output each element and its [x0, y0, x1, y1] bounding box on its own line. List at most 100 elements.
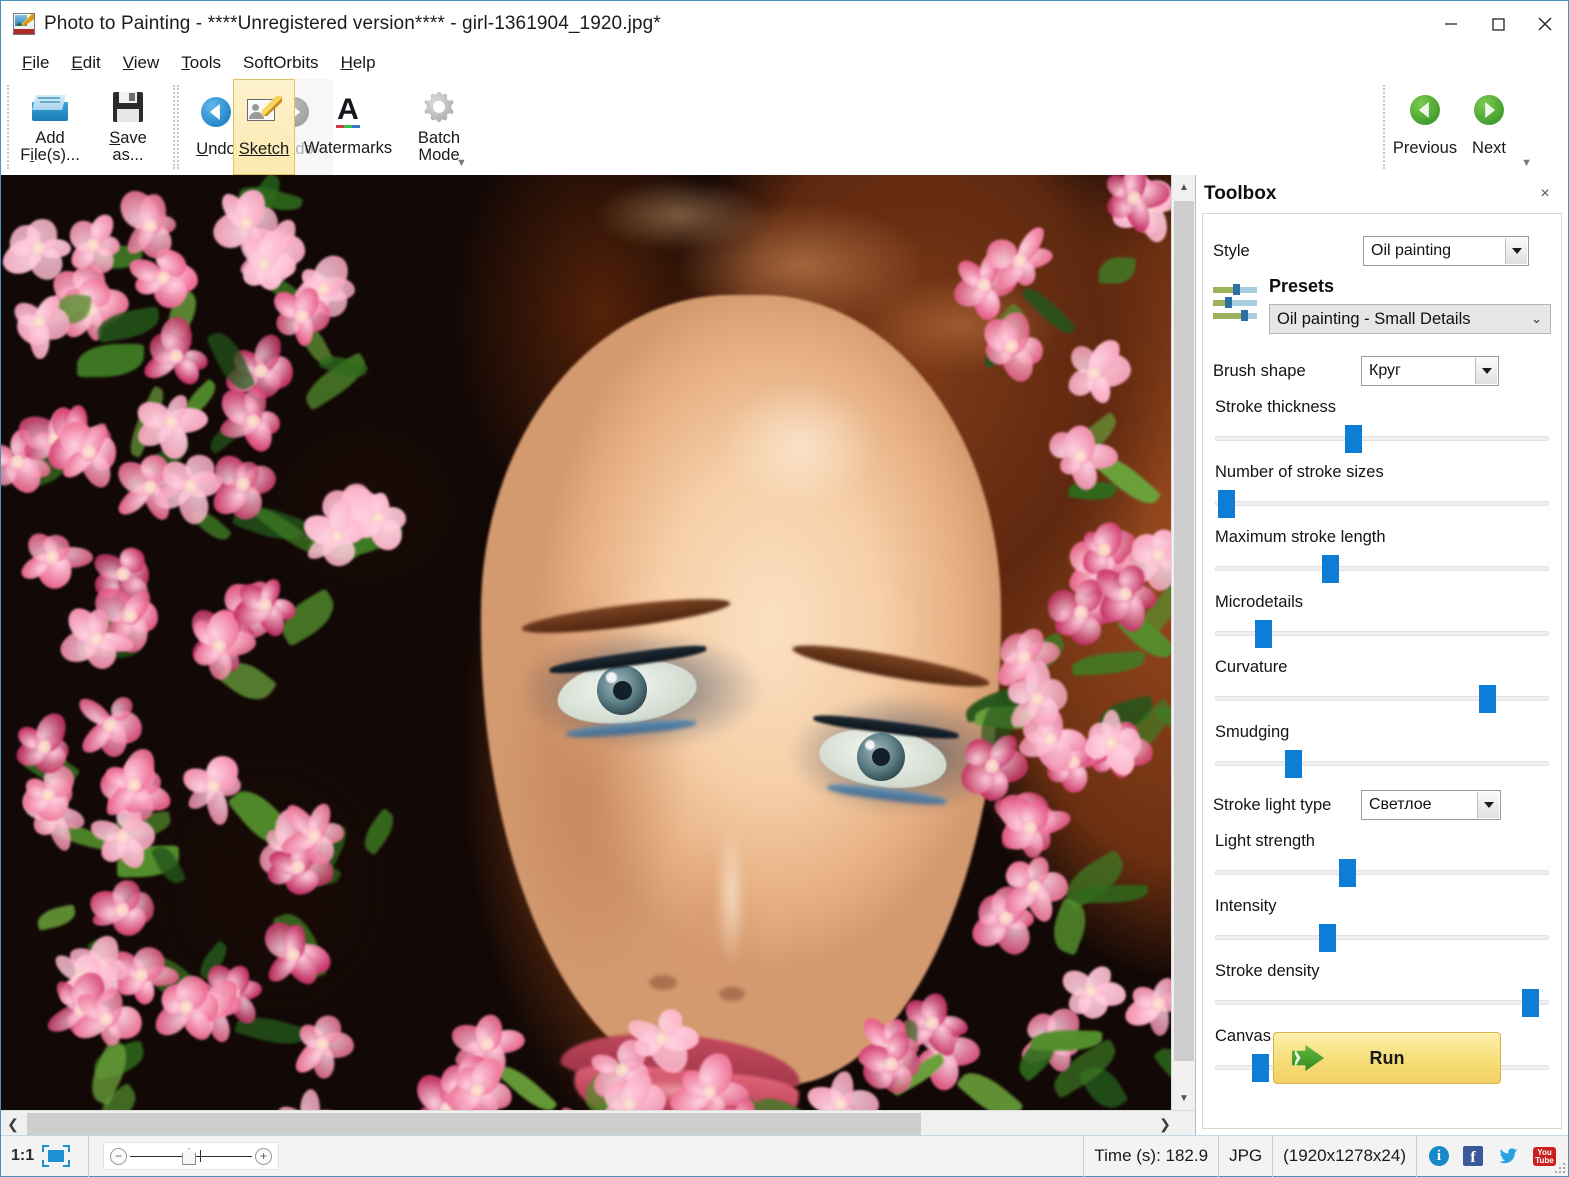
- brush-shape-select[interactable]: Круг: [1361, 356, 1499, 386]
- menu-label-file-rest: ile: [32, 53, 49, 72]
- style-value: Oil painting: [1371, 242, 1451, 260]
- chevron-down-icon[interactable]: [1477, 792, 1499, 818]
- toolbox-body: Style Oil painting Presets Oil painting …: [1202, 213, 1562, 1129]
- slider-thumb[interactable]: [1322, 555, 1339, 583]
- save-as-button[interactable]: Saveas...: [89, 79, 167, 175]
- menu-label-tools-rest: ools: [190, 53, 221, 72]
- toolbar-divider-nav: [1383, 85, 1385, 169]
- zoom-slider[interactable]: − +: [103, 1142, 279, 1170]
- image-canvas[interactable]: [1, 175, 1171, 1110]
- menu-item-edit[interactable]: Edit: [60, 50, 111, 76]
- curvature-label: Curvature: [1215, 658, 1561, 677]
- microdetails-slider[interactable]: [1215, 616, 1549, 650]
- slider-track[interactable]: [1215, 501, 1549, 506]
- fit-to-window-button[interactable]: [40, 1136, 89, 1177]
- presets-select[interactable]: Oil painting - Small Details ⌄: [1269, 304, 1551, 334]
- slider-thumb[interactable]: [1252, 1054, 1269, 1082]
- horizontal-scroll-thumb[interactable]: [27, 1113, 921, 1135]
- smudging-slider[interactable]: [1215, 746, 1549, 780]
- resize-grip[interactable]: [1553, 1161, 1565, 1173]
- scroll-right-icon[interactable]: ❯: [1153, 1111, 1177, 1137]
- flower-center: [246, 414, 260, 428]
- menu-item-file[interactable]: File: [11, 50, 60, 76]
- slider-thumb[interactable]: [1522, 989, 1539, 1017]
- light-strength-slider[interactable]: [1215, 855, 1549, 889]
- run-button-label: Run: [1370, 1048, 1405, 1069]
- slider-thumb[interactable]: [1218, 490, 1235, 518]
- toolbar-expand-icon[interactable]: ▼: [456, 157, 467, 169]
- undo-arrow-icon: [201, 93, 231, 131]
- menu-item-softorbits[interactable]: SoftOrbits: [232, 50, 330, 76]
- sliders-preset-icon: [1213, 284, 1259, 326]
- presets-heading: Presets: [1269, 276, 1551, 297]
- slider-track[interactable]: [1215, 696, 1549, 701]
- flower-center: [654, 1032, 668, 1046]
- canvas-vertical-scrollbar[interactable]: ▲ ▼: [1171, 175, 1195, 1110]
- sketch-button[interactable]: Sketch: [233, 79, 295, 175]
- intensity-slider[interactable]: [1215, 920, 1549, 954]
- slider-thumb[interactable]: [1479, 685, 1496, 713]
- facebook-icon[interactable]: f: [1463, 1146, 1483, 1166]
- stroke-density-label: Stroke density: [1215, 962, 1561, 981]
- run-button[interactable]: Run: [1273, 1032, 1501, 1084]
- zoom-ratio-label[interactable]: 1:1: [1, 1136, 40, 1177]
- stroke-thickness-slider[interactable]: [1215, 421, 1549, 455]
- slider-track[interactable]: [1215, 436, 1549, 441]
- slider-track[interactable]: [1215, 935, 1549, 940]
- curvature-slider[interactable]: [1215, 681, 1549, 715]
- toolbox-header: Toolbox ×: [1196, 175, 1568, 213]
- app-icon: [13, 13, 35, 35]
- style-label: Style: [1213, 242, 1363, 261]
- canvas-horizontal-scrollbar[interactable]: ❮ ❯: [1, 1110, 1195, 1137]
- slider-thumb[interactable]: [1345, 425, 1362, 453]
- style-select[interactable]: Oil painting: [1363, 236, 1529, 266]
- chevron-down-icon[interactable]: [1475, 358, 1497, 384]
- toolbar-divider-1: [173, 85, 175, 169]
- slider-thumb[interactable]: [1339, 859, 1356, 887]
- folder-open-icon: [32, 88, 68, 126]
- maximize-button[interactable]: [1474, 1, 1521, 47]
- chevron-down-icon[interactable]: ⌄: [1531, 311, 1542, 327]
- previous-button[interactable]: Previous: [1391, 79, 1459, 175]
- fit-to-window-icon: [42, 1145, 70, 1167]
- menu-item-help[interactable]: Help: [330, 50, 387, 76]
- maximum-stroke-length-slider[interactable]: [1215, 551, 1549, 585]
- slider-thumb[interactable]: [1255, 620, 1272, 648]
- flower-center: [1127, 191, 1141, 205]
- twitter-icon[interactable]: [1497, 1145, 1519, 1167]
- chevron-down-icon[interactable]: [1505, 238, 1527, 264]
- toolbar-group-navigation: Previous Next: [1391, 79, 1519, 175]
- stroke-light-type-select[interactable]: Светлое: [1361, 790, 1501, 820]
- zoom-slider-thumb[interactable]: [182, 1148, 196, 1165]
- menu-item-tools[interactable]: Tools: [170, 50, 232, 76]
- slider-thumb[interactable]: [1319, 924, 1336, 952]
- vertical-scroll-thumb[interactable]: [1174, 201, 1194, 1061]
- add-files-button[interactable]: AddFile(s)...: [11, 79, 89, 175]
- info-icon[interactable]: i: [1429, 1146, 1449, 1166]
- scroll-left-icon[interactable]: ❮: [1, 1111, 25, 1137]
- menu-item-view[interactable]: View: [112, 50, 171, 76]
- scroll-up-icon[interactable]: ▲: [1172, 175, 1196, 199]
- flower-center: [134, 968, 148, 982]
- flower-center: [615, 1063, 629, 1077]
- minimize-button[interactable]: [1427, 1, 1474, 47]
- slider-track[interactable]: [1215, 1000, 1549, 1005]
- close-button[interactable]: [1521, 1, 1568, 47]
- slider-thumb[interactable]: [1285, 750, 1302, 778]
- next-button[interactable]: Next: [1459, 79, 1519, 175]
- stroke-density-slider[interactable]: [1215, 985, 1549, 1019]
- slider-track[interactable]: [1215, 870, 1549, 875]
- navigation-expand-icon[interactable]: ▼: [1521, 157, 1532, 169]
- flower-center: [1151, 548, 1165, 562]
- toolbox-close-icon[interactable]: ×: [1532, 181, 1558, 207]
- floppy-disk-icon: [113, 88, 143, 126]
- status-spacer: [279, 1136, 1084, 1177]
- zoom-out-button[interactable]: −: [110, 1148, 127, 1165]
- watermarks-button[interactable]: A Watermarks: [295, 79, 401, 175]
- scroll-down-icon[interactable]: ▼: [1172, 1086, 1196, 1110]
- zoom-in-button[interactable]: +: [255, 1148, 272, 1165]
- slider-track[interactable]: [1215, 566, 1549, 571]
- number-of-stroke-sizes-slider[interactable]: [1215, 486, 1549, 520]
- flower-center: [480, 1037, 494, 1051]
- slider-track[interactable]: [1215, 761, 1549, 766]
